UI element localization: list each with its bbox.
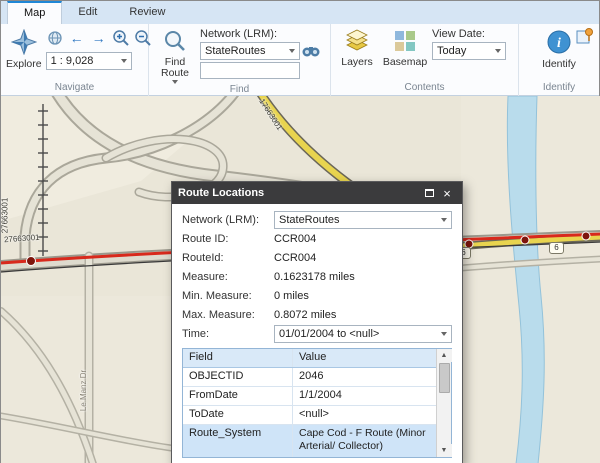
layers-icon [345,29,369,56]
time-dropdown[interactable]: 01/01/2004 to <null> [274,324,452,343]
chevron-down-icon [289,49,295,53]
zoom-in-icon[interactable] [112,29,130,47]
value-column-header: Value [299,351,327,363]
routeid-label: RouteId: [182,251,224,264]
view-date-combo[interactable]: Today [432,42,506,60]
network-lrm-combo[interactable]: StateRoutes [200,42,300,60]
dialog-title-bar[interactable]: Route Locations × [172,182,462,204]
tab-edit[interactable]: Edit [62,1,113,24]
min-measure-value: 0 miles [274,289,309,302]
route-value-input[interactable] [200,62,300,79]
table-scrollbar[interactable]: ▲ ▼ [436,349,452,457]
map-view[interactable]: 27663001 27663001 17663001 Le Manz Dr 6 … [1,96,600,463]
street-name-label: Le Manz Dr [79,369,89,412]
group-label-contents: Contents [404,82,445,93]
group-find: Find Route Network (LRM): StateRoutes Fi… [149,24,331,96]
group-navigate: Explore ← → 1: 9,028 Navigate [1,24,151,96]
group-contents: Layers Basemap View Date: Today Contents [331,24,519,96]
max-measure-value: 0.8072 miles [274,308,337,321]
chevron-down-icon [441,331,447,336]
route-id-map-label: 27663001 [1,197,10,234]
group-label-find: Find [229,84,250,95]
table-row[interactable]: OBJECTID 2046 [183,368,436,387]
max-measure-label: Max. Measure: [182,308,255,321]
table-row[interactable]: ToDate <null> [183,406,436,425]
time-label: Time: [182,327,210,340]
network-lrm-label: Network (LRM): [200,28,278,40]
table-row[interactable]: Route_System Cape Cod - F Route (Minor A… [183,425,436,457]
tab-map[interactable]: Map [7,1,63,24]
maximize-icon[interactable] [420,185,438,201]
map-scale-combo[interactable]: 1 : 9,028 [45,52,132,70]
routeid-value: CCR004 [274,251,317,264]
measure-label: Measure: [182,270,228,283]
route-id-label: Route ID: [182,232,229,245]
forward-arrow-icon[interactable]: → [90,29,108,47]
scroll-up-icon[interactable]: ▲ [436,349,452,362]
measure-value: 0.1623178 miles [274,270,355,283]
identify-info-icon: i [546,29,572,58]
application-window: Map Edit Review Explore ← → 1: 9,028 Na… [0,0,600,463]
full-extent-icon[interactable] [46,29,64,47]
table-row[interactable]: FromDate 1/1/2004 [183,387,436,406]
ribbon-body: Explore ← → 1: 9,028 Navigate Find Rout… [1,24,599,96]
find-route-magnifier-icon [163,29,187,56]
layers-button[interactable]: Layers [336,27,378,82]
network-lrm-dropdown[interactable]: StateRoutes [274,210,452,229]
group-label-navigate: Navigate [54,82,95,93]
identify-route-pin-icon[interactable] [575,26,595,46]
group-identify: i Identify Identify [519,24,599,96]
back-arrow-icon[interactable]: ← [68,29,86,47]
scroll-down-icon[interactable]: ▼ [436,444,452,457]
chevron-down-icon [495,49,501,53]
basemap-icon [393,29,417,56]
group-label-identify: Identify [542,82,576,93]
ribbon: Map Edit Review Explore ← → 1: 9,028 Na… [1,1,599,96]
view-date-label: View Date: [432,28,485,40]
dialog-body: Network (LRM): StateRoutes Route ID: CCR… [172,204,462,463]
chevron-down-icon [120,59,127,63]
chevron-down-icon [441,217,447,222]
route-shield: 6 [549,242,564,254]
explore-button[interactable]: Explore [6,27,42,82]
route-locations-dialog: Route Locations × Network (LRM): StateRo… [171,181,463,463]
tab-review[interactable]: Review [113,1,181,24]
close-icon[interactable]: × [438,185,456,201]
min-measure-label: Min. Measure: [182,289,252,302]
table-header-row: Field Value [183,349,436,368]
network-lrm-label: Network (LRM): [182,213,260,226]
field-column-header: Field [183,349,293,367]
dialog-title: Route Locations [178,187,265,199]
binoculars-icon[interactable] [302,42,320,60]
svg-text:i: i [557,36,561,51]
attribute-table: Field Value OBJECTID 2046 FromDate 1/1/2… [182,348,452,458]
scrollbar-thumb[interactable] [438,363,450,393]
ribbon-tab-bar: Map Edit Review [1,1,599,24]
route-id-value: CCR004 [274,232,317,245]
basemap-button[interactable]: Basemap [382,27,428,82]
find-route-button[interactable]: Find Route [154,27,196,84]
explore-compass-icon [10,28,38,58]
